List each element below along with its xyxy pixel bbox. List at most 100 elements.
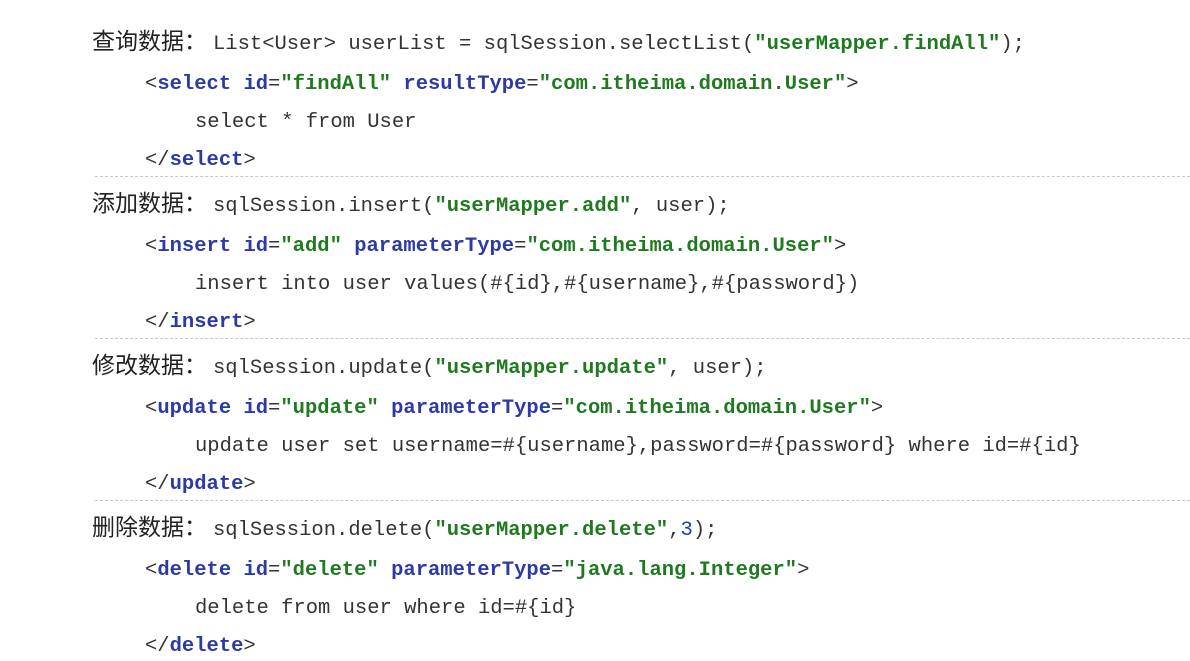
code-keyword: select [157, 73, 232, 96]
code-text: = [514, 235, 527, 258]
code-string: "java.lang.Integer" [563, 559, 798, 582]
code-text: = [551, 559, 564, 582]
code-text: sqlSession.delete( [213, 519, 435, 542]
code-text: > [243, 473, 256, 496]
section-query: 查询数据： List<User> userList = sqlSession.se… [0, 14, 1190, 175]
java-call-line: 查询数据： List<User> userList = sqlSession.se… [92, 30, 1025, 57]
code-keyword: parameterType [354, 235, 515, 258]
code-text: ); [692, 519, 718, 542]
code-text: = [551, 397, 564, 420]
code-keyword: insert [157, 235, 232, 258]
code-text: > [846, 73, 859, 96]
code-string: "add" [280, 235, 342, 258]
code-text: </ [145, 311, 170, 334]
code-number: 3 [680, 519, 693, 542]
java-call-line: 修改数据： sqlSession.update("userMapper.updat… [92, 354, 767, 381]
sql-statement-line: delete from user where id=#{id} [195, 597, 576, 621]
code-string: "userMapper.add" [434, 195, 632, 218]
code-keyword: insert [169, 311, 244, 334]
code-text: > [243, 311, 256, 334]
code-text: sqlSession.insert( [213, 195, 435, 218]
java-call-line: 添加数据： sqlSession.insert("userMapper.add",… [92, 192, 730, 219]
code-keyword: resultType [403, 73, 527, 96]
xml-close-tag-line: </select> [145, 149, 256, 173]
code-text: > [243, 635, 256, 658]
code-string: "userMapper.update" [434, 357, 669, 380]
code-text: ); [1000, 33, 1025, 56]
section-update: 修改数据： sqlSession.update("userMapper.updat… [0, 338, 1190, 499]
code-text: </ [145, 635, 170, 658]
code-text: , user); [631, 195, 730, 218]
section-title: 查询数据： [92, 29, 207, 55]
sql-statement-line: select * from User [195, 111, 416, 135]
xml-open-tag-line: <delete id="delete" parameterType="java.… [145, 559, 809, 583]
code-text: = [268, 73, 281, 96]
code-keyword: delete [169, 635, 244, 658]
code-text: </ [145, 473, 170, 496]
code-keyword: id [243, 559, 269, 582]
code-text: update user set username=#{username},pas… [195, 435, 1081, 458]
code-text: , [668, 519, 681, 542]
code-string: "userMapper.delete" [434, 519, 669, 542]
dashed-divider [95, 176, 1190, 177]
code-string: "com.itheima.domain.User" [563, 397, 871, 420]
code-text: = [268, 559, 281, 582]
section-delete: 删除数据： sqlSession.delete("userMapper.delet… [0, 500, 1190, 661]
dashed-divider [95, 500, 1190, 501]
code-keyword: parameterType [391, 559, 552, 582]
code-keyword: update [157, 397, 232, 420]
section-insert: 添加数据： sqlSession.insert("userMapper.add",… [0, 176, 1190, 337]
xml-close-tag-line: </update> [145, 473, 256, 497]
code-text: = [526, 73, 539, 96]
section-title: 删除数据： [92, 515, 207, 541]
xml-open-tag-line: <insert id="add" parameterType="com.ithe… [145, 235, 846, 259]
section-title: 添加数据： [92, 191, 207, 217]
code-text: sqlSession.update( [213, 357, 435, 380]
code-string: "com.itheima.domain.User" [538, 73, 847, 96]
code-text: , user); [668, 357, 767, 380]
code-text: < [145, 235, 158, 258]
code-text: > [797, 559, 810, 582]
dashed-divider [95, 338, 1190, 339]
code-text: > [870, 397, 884, 420]
code-keyword: parameterType [391, 397, 552, 420]
xml-open-tag-line: <update id="update" parameterType="com.i… [145, 397, 883, 421]
code-text: < [145, 73, 158, 96]
code-text: < [145, 559, 158, 582]
code-keyword: delete [157, 559, 232, 582]
code-keyword: update [169, 473, 244, 496]
code-text: delete from user where id=#{id} [195, 597, 577, 620]
code-text: > [243, 149, 256, 172]
code-keyword: id [243, 73, 269, 96]
code-text: insert into user values(#{id},#{username… [195, 273, 860, 296]
code-text: > [834, 235, 847, 258]
code-text: < [145, 397, 158, 420]
sql-statement-line: update user set username=#{username},pas… [195, 435, 1081, 459]
code-string: "com.itheima.domain.User" [526, 235, 834, 258]
java-call-line: 删除数据： sqlSession.delete("userMapper.delet… [92, 516, 717, 543]
code-keyword: id [243, 235, 269, 258]
xml-close-tag-line: </insert> [145, 311, 256, 335]
code-string: "update" [280, 397, 379, 420]
xml-open-tag-line: <select id="findAll" resultType="com.ith… [145, 73, 859, 97]
code-text: </ [145, 149, 170, 172]
code-text: List<User> userList = sqlSession.selectL… [213, 33, 755, 56]
code-text: = [268, 397, 281, 420]
sql-statement-line: insert into user values(#{id},#{username… [195, 273, 859, 297]
xml-close-tag-line: </delete> [145, 635, 256, 659]
code-string: "findAll" [280, 73, 392, 96]
code-string: "userMapper.findAll" [754, 33, 1001, 56]
code-string: "delete" [280, 559, 379, 582]
code-keyword: select [169, 149, 244, 172]
code-keyword: id [243, 397, 269, 420]
code-text: = [268, 235, 281, 258]
code-text: select * from User [195, 111, 417, 134]
